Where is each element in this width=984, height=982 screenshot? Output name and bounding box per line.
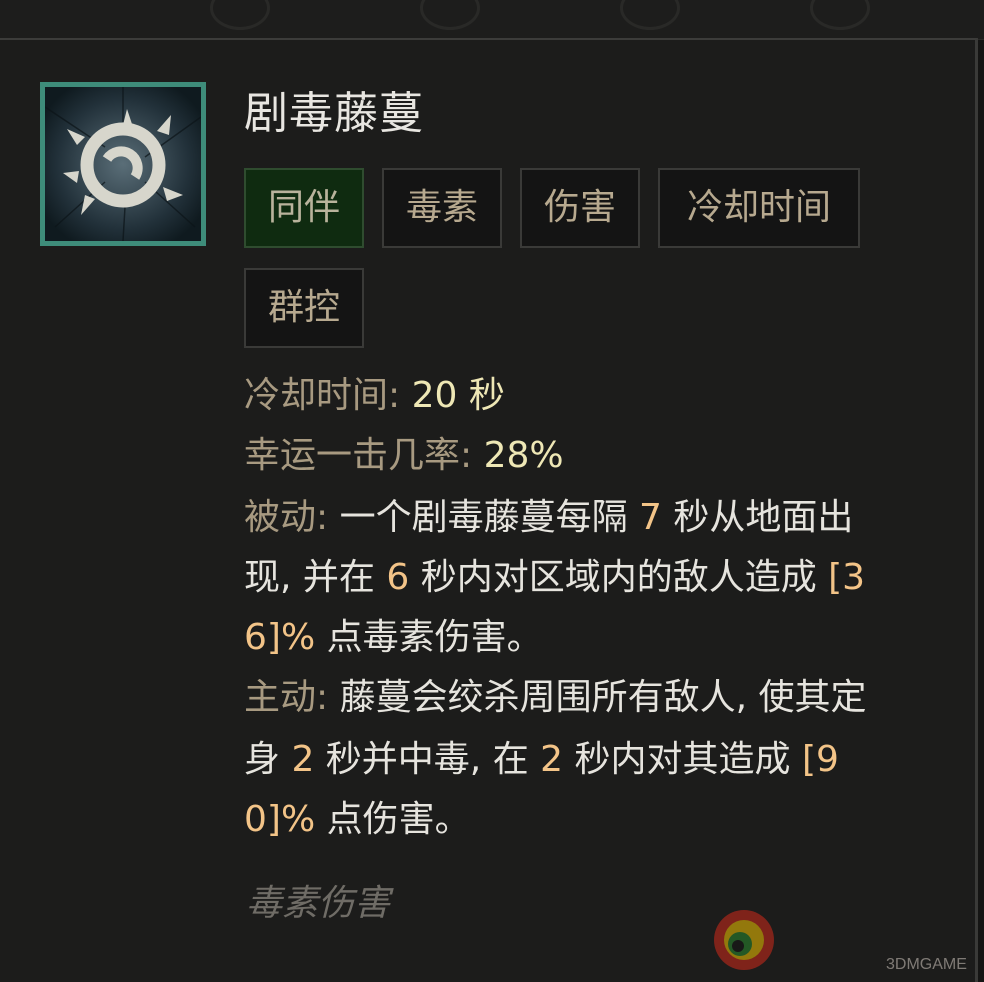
- active-text: 点伤害。: [315, 799, 471, 840]
- ornament-icon: [420, 0, 480, 30]
- active-text: 藤蔓会绞杀周围所有敌人, 使其定: [328, 677, 867, 718]
- watermark-logo-icon: [714, 910, 774, 970]
- active-text: 秒并中毒, 在: [314, 739, 541, 780]
- passive-text: 秒内对区域内的敌人造成: [409, 557, 829, 598]
- tag-damage: 伤害: [520, 168, 640, 248]
- passive-number: 6: [386, 557, 410, 598]
- watermark-text: 3DMGAME: [886, 956, 967, 973]
- tag-crowd-control: 群控: [244, 268, 364, 348]
- ornament-icon: [620, 0, 680, 30]
- active-line-2: 身 2 秒并中毒, 在 2 秒内对其造成 [9: [244, 738, 839, 782]
- passive-text: 秒从地面出: [661, 497, 854, 538]
- cooldown-value: 20 秒: [411, 375, 505, 416]
- active-line-1: 主动: 藤蔓会绞杀周围所有敌人, 使其定: [244, 676, 866, 720]
- active-number: 2: [291, 739, 315, 780]
- active-line-3: 0]% 点伤害。: [244, 798, 471, 842]
- passive-text: 一个剧毒藤蔓每隔: [328, 497, 640, 538]
- active-text: 身: [244, 739, 292, 780]
- passive-line-2: 现, 并在 6 秒内对区域内的敌人造成 [3: [244, 556, 865, 600]
- passive-line-3: 6]% 点毒素伤害。: [244, 616, 543, 660]
- tag-cooldown: 冷却时间: [658, 168, 860, 248]
- lucky-hit-value: 28%: [483, 435, 564, 476]
- passive-text: 点毒素伤害。: [315, 617, 543, 658]
- ornament-icon: [210, 0, 270, 30]
- site-watermark: 3DMGAME: [706, 900, 978, 980]
- lucky-hit-label: 幸运一击几率:: [244, 435, 473, 476]
- damage-type-footer: 毒素伤害: [246, 883, 391, 924]
- active-label: 主动:: [244, 677, 329, 718]
- passive-label: 被动:: [244, 497, 329, 538]
- tag-poison: 毒素: [382, 168, 502, 248]
- active-text: 秒内对其造成: [563, 739, 802, 780]
- passive-number: 6]%: [244, 617, 316, 658]
- cooldown-label: 冷却时间:: [244, 375, 401, 416]
- skill-title: 剧毒藤蔓: [244, 88, 424, 139]
- passive-text: 现, 并在: [244, 557, 387, 598]
- passive-line-1: 被动: 一个剧毒藤蔓每隔 7 秒从地面出: [244, 496, 853, 540]
- passive-number: 7: [639, 497, 662, 538]
- thorn-vine-icon: [40, 82, 206, 246]
- active-number: 2: [540, 739, 564, 780]
- active-number: [9: [801, 739, 839, 780]
- top-ornament-strip: [0, 0, 984, 40]
- active-number: 0]%: [244, 799, 316, 840]
- ornament-icon: [810, 0, 870, 30]
- passive-number: [3: [828, 557, 866, 598]
- tag-companion: 同伴: [244, 168, 364, 248]
- cooldown-stat: 冷却时间: 20 秒: [244, 374, 505, 418]
- lucky-hit-stat: 幸运一击几率: 28%: [244, 434, 564, 478]
